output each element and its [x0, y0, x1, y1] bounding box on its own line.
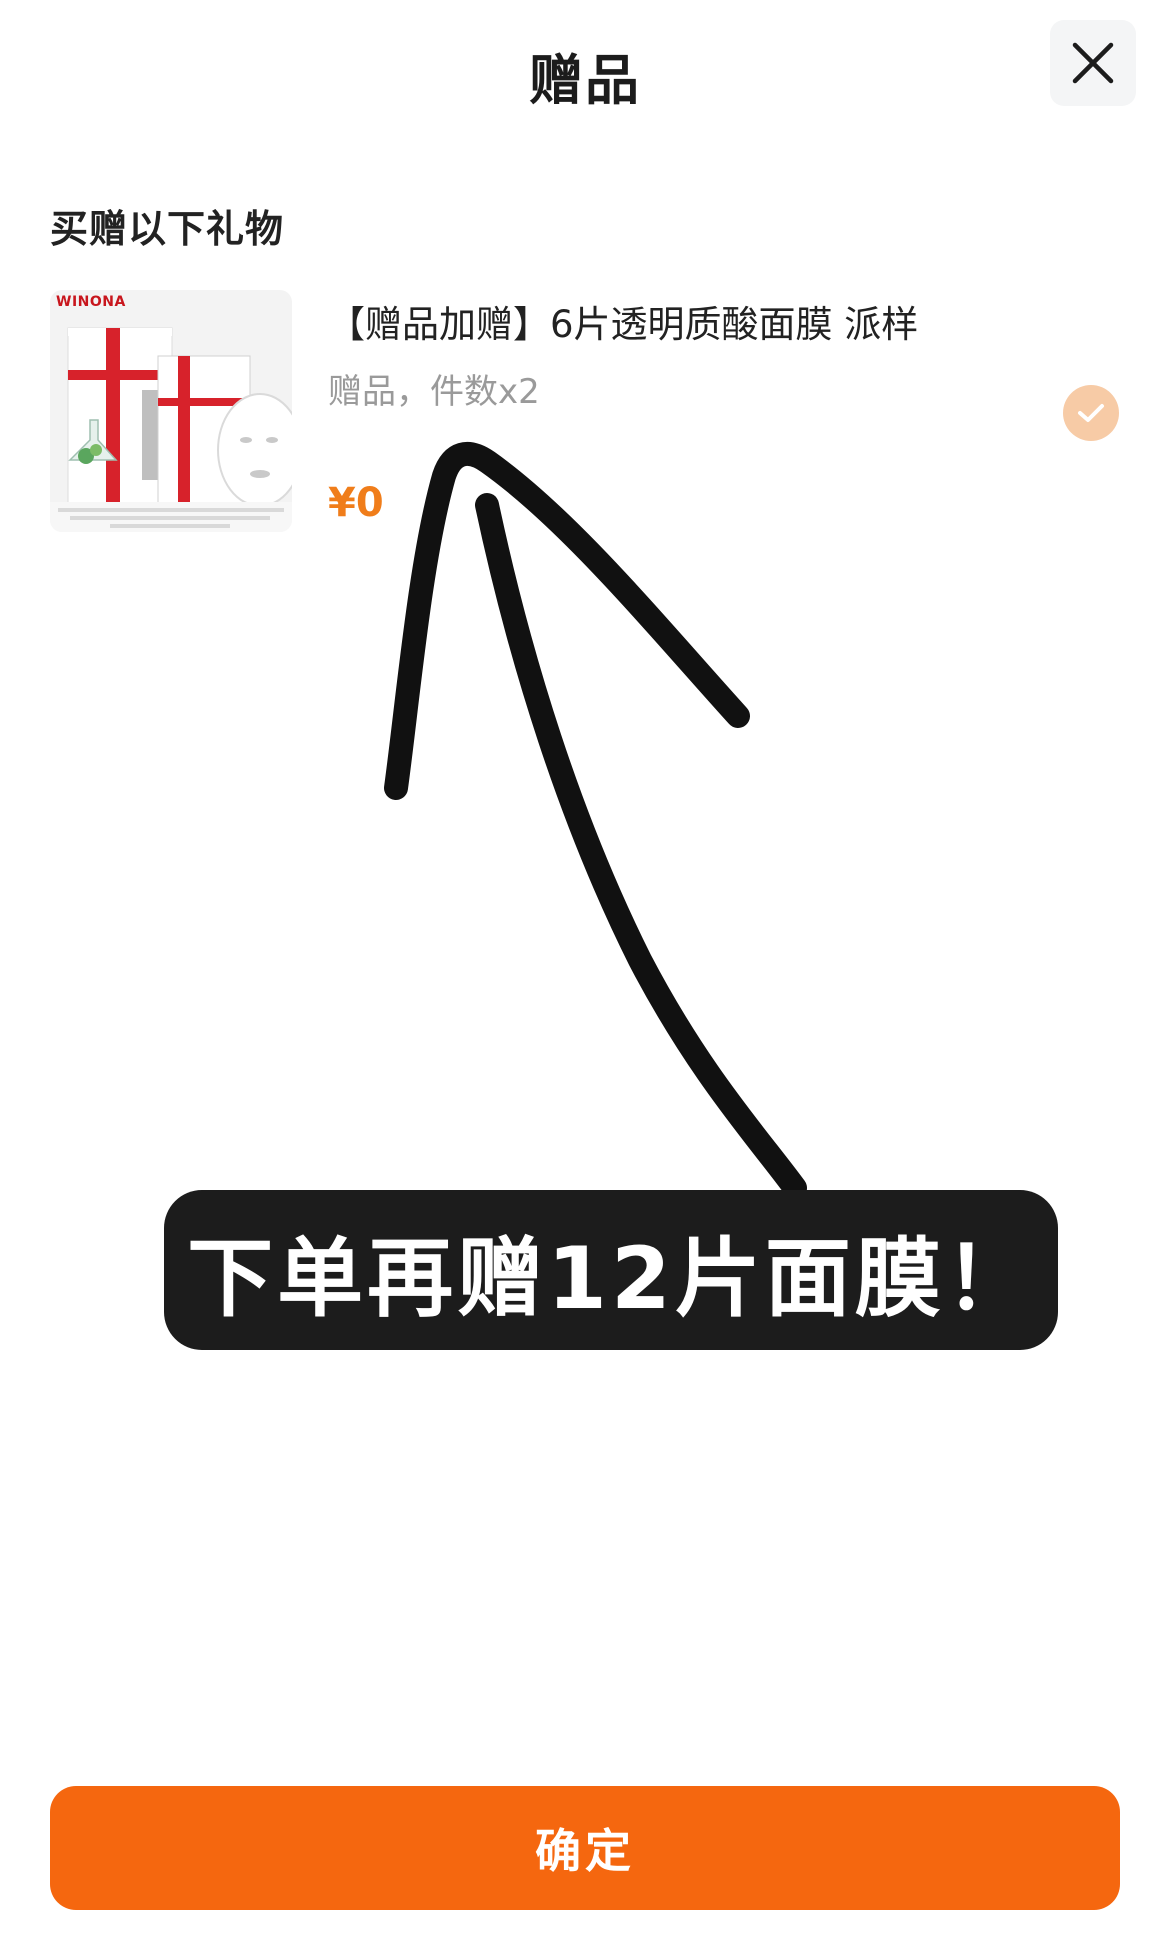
product-name: 【赠品加赠】6片透明质酸面膜 派样	[328, 303, 919, 346]
confirm-button[interactable]: 确定	[50, 1786, 1120, 1910]
product-photo	[50, 327, 292, 532]
gift-select-checkbox[interactable]	[1063, 385, 1119, 441]
confirm-button-label: 确定	[535, 1824, 635, 1878]
check-icon	[1078, 404, 1104, 422]
close-icon	[1072, 42, 1114, 84]
product-image[interactable]: WINONA	[50, 290, 292, 532]
page-title: 赠品	[529, 49, 641, 112]
promo-overlay-text: 下单再赠12片面膜！	[187, 1228, 1035, 1329]
product-price: ¥0	[328, 480, 384, 526]
gift-sheet: 赠品 买赠以下礼物 WINONA 【赠品加赠】6片透明质酸面膜 派样 赠品，件数…	[0, 0, 1170, 1948]
product-quantity: 赠品，件数x2	[328, 372, 540, 412]
section-title: 买赠以下礼物	[50, 207, 285, 251]
close-button[interactable]	[1050, 20, 1136, 106]
promo-overlay-banner: 下单再赠12片面膜！	[164, 1190, 1058, 1350]
